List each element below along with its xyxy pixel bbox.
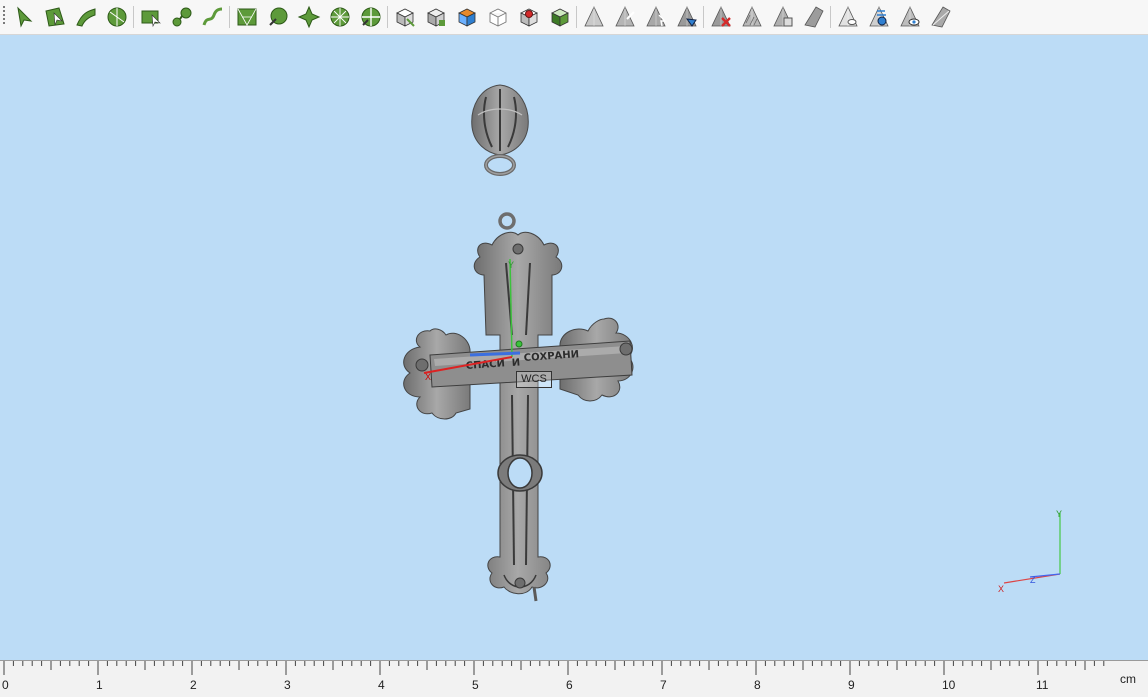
- view-split-icon: [869, 6, 889, 27]
- corner-axis-triad: Y X Z: [998, 509, 1062, 594]
- surface-select-button[interactable]: [42, 4, 68, 30]
- box-shade-icon: [551, 8, 569, 27]
- ruler-label: 5: [472, 678, 479, 692]
- local-x-label: X: [425, 372, 431, 382]
- revolve-button[interactable]: [104, 4, 130, 30]
- ruler-label: 4: [378, 678, 385, 692]
- view-eye-button[interactable]: [897, 4, 923, 30]
- view-eye-icon: [900, 6, 920, 27]
- ruler-label: 2: [190, 678, 197, 692]
- toolbar: [0, 0, 1148, 35]
- inscription-mid: И: [511, 357, 520, 369]
- ruler-label: 1: [96, 678, 103, 692]
- toolbar-separator: [229, 6, 230, 28]
- wcs-label[interactable]: WCS: [516, 371, 552, 388]
- ruler-label: 7: [660, 678, 667, 692]
- cone-hatch-icon: [742, 6, 762, 27]
- box-select-button[interactable]: [392, 4, 418, 30]
- ruler-label: 10: [942, 678, 956, 692]
- curve-select-button[interactable]: [11, 4, 37, 30]
- network-surface-button[interactable]: [234, 4, 260, 30]
- toolbar-separator: [576, 6, 577, 28]
- pendant-bail[interactable]: [471, 84, 529, 176]
- cone-cut-button[interactable]: [643, 4, 669, 30]
- box-select-icon: [396, 8, 415, 27]
- box-mesh-button[interactable]: [423, 4, 449, 30]
- local-y-label: Y: [508, 260, 514, 270]
- cone-copy-button[interactable]: [770, 4, 796, 30]
- box-shade-button[interactable]: [547, 4, 573, 30]
- cone-delete-button[interactable]: [708, 4, 734, 30]
- toolbar-grip[interactable]: [3, 6, 6, 28]
- sweep-icon: [76, 8, 96, 27]
- horizontal-ruler: 0 1 2 3 4 5 6 7 8 9 10 11 cm: [0, 660, 1148, 697]
- cross-section-icon: [297, 5, 321, 29]
- cone-extrude-button[interactable]: [612, 4, 638, 30]
- plane-icon: [141, 10, 161, 28]
- cone-button[interactable]: [581, 4, 607, 30]
- sweep-button[interactable]: [73, 4, 99, 30]
- box-mesh-icon: [427, 8, 445, 27]
- view-button[interactable]: [835, 4, 861, 30]
- toolbar-separator: [830, 6, 831, 28]
- ruler-label: 3: [284, 678, 291, 692]
- box-gem-icon: [520, 8, 538, 27]
- curve-button[interactable]: [200, 4, 226, 30]
- corner-x-label: X: [998, 584, 1004, 594]
- cross-section-button[interactable]: [296, 4, 322, 30]
- toolbar-separator: [387, 6, 388, 28]
- patch-button[interactable]: [265, 4, 291, 30]
- ruler-label: 11: [1036, 678, 1049, 692]
- ruler-label: 6: [566, 678, 573, 692]
- curve-icon: [202, 7, 223, 26]
- cone-delete-icon: [711, 6, 731, 27]
- ruler-label: 0: [2, 678, 9, 692]
- box-color-button[interactable]: [454, 4, 480, 30]
- scene-canvas[interactable]: СПАСИ И СОХРАНИ X Y Y X Z: [0, 35, 1148, 660]
- curve-select-icon: [17, 6, 33, 28]
- radial-button[interactable]: [327, 4, 353, 30]
- view-hide-icon: [931, 6, 951, 28]
- cone-blue-button[interactable]: [674, 4, 700, 30]
- network-surface-icon: [237, 8, 257, 26]
- ruler-ticks: [3, 661, 1105, 675]
- 3d-viewport[interactable]: СПАСИ И СОХРАНИ X Y Y X Z WCS: [0, 35, 1148, 660]
- corner-y-label: Y: [1056, 509, 1062, 519]
- toolbar-separator: [133, 6, 134, 28]
- cone-copy-icon: [773, 6, 793, 27]
- view-split-button[interactable]: [866, 4, 892, 30]
- split-radial-button[interactable]: [358, 4, 384, 30]
- ruler-unit: cm: [1120, 672, 1136, 686]
- box-wire-icon: [489, 8, 507, 27]
- cross-model[interactable]: СПАСИ И СОХРАНИ: [403, 212, 634, 602]
- ruler-label: 8: [754, 678, 761, 692]
- toolbar-separator: [703, 6, 704, 28]
- view-icon: [838, 6, 858, 27]
- blend-button[interactable]: [169, 4, 195, 30]
- blend-icon: [172, 7, 192, 27]
- patch-icon: [269, 7, 288, 26]
- split-radial-icon: [361, 7, 381, 27]
- box-color-icon: [458, 8, 476, 27]
- box-wire-button[interactable]: [485, 4, 511, 30]
- surface-select-icon: [45, 7, 65, 27]
- view-hide-button[interactable]: [928, 4, 954, 30]
- corner-z-label: Z: [1030, 575, 1036, 585]
- plane-button[interactable]: [138, 4, 164, 30]
- revolve-icon: [107, 7, 127, 27]
- cone-extrude-icon: [615, 6, 635, 27]
- cone-solid-icon: [804, 6, 824, 28]
- radial-icon: [330, 7, 350, 27]
- cone-icon: [584, 6, 604, 27]
- ruler-label: 9: [848, 678, 855, 692]
- cone-blue-icon: [677, 6, 697, 27]
- cone-hatch-button[interactable]: [739, 4, 765, 30]
- cone-cut-icon: [646, 6, 667, 27]
- box-gem-button[interactable]: [516, 4, 542, 30]
- cone-solid-button[interactable]: [801, 4, 827, 30]
